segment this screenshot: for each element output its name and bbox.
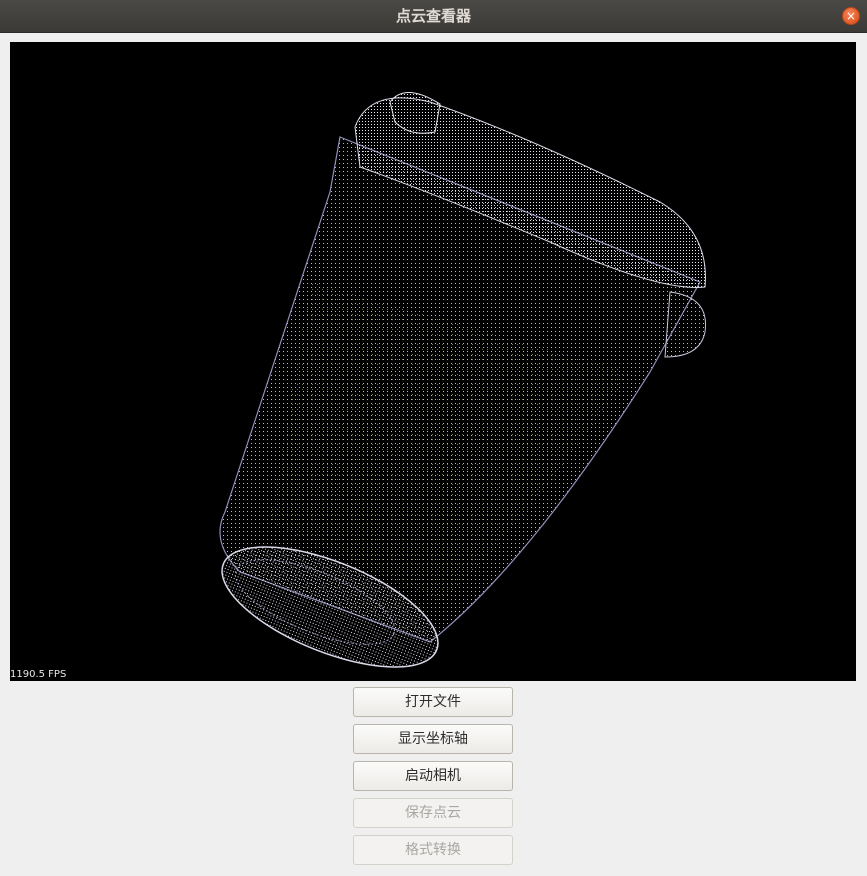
cup-right-rim	[664, 291, 707, 358]
point-cloud-viewport[interactable]: 1190.5 FPS	[10, 42, 856, 681]
close-button[interactable]: ×	[842, 7, 860, 25]
title-bar[interactable]: 点云查看器 ×	[0, 0, 867, 33]
start-camera-button[interactable]: 启动相机	[353, 761, 513, 791]
app-window: 点云查看器 × 1190.5 FPS 打开文件 显示坐标轴 启动相机 保存点云 …	[0, 0, 867, 876]
format-convert-button[interactable]: 格式转换	[353, 835, 513, 865]
close-icon: ×	[845, 9, 857, 23]
fps-counter: 1190.5 FPS	[10, 669, 67, 680]
show-axes-button[interactable]: 显示坐标轴	[353, 724, 513, 754]
point-cloud-render	[219, 92, 707, 668]
window-title: 点云查看器	[395, 7, 471, 25]
open-file-button[interactable]: 打开文件	[353, 687, 513, 717]
save-point-cloud-button[interactable]: 保存点云	[353, 798, 513, 828]
